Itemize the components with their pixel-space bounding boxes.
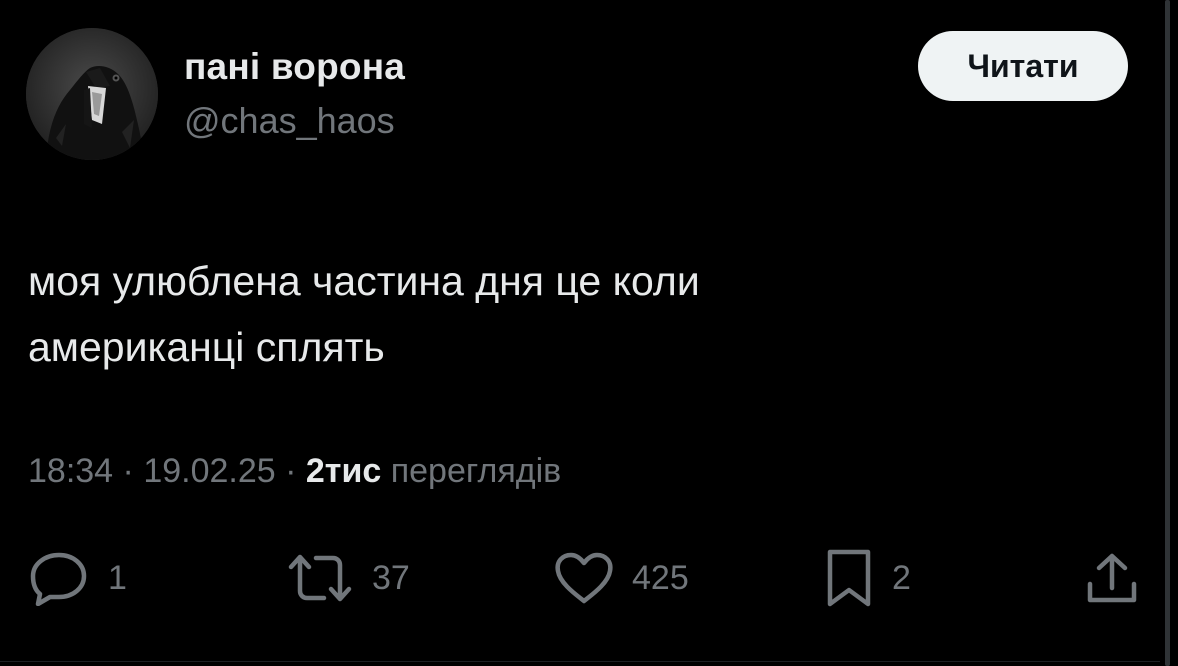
crow-avatar-image (26, 28, 158, 160)
tweet-date[interactable]: 19.02.25 (143, 452, 275, 490)
author-handle[interactable]: @chas_haos (184, 100, 395, 142)
avatar[interactable] (26, 28, 158, 160)
action-bar: 1 37 425 2 (0, 548, 1160, 608)
share-icon (1087, 553, 1137, 603)
like-count: 425 (632, 558, 689, 597)
bookmark-button[interactable]: 2 (824, 548, 911, 608)
follow-button[interactable]: Читати (918, 31, 1128, 101)
divider (0, 661, 1160, 662)
views-count[interactable]: 2тис (306, 452, 381, 490)
tweet-time[interactable]: 18:34 (28, 452, 113, 490)
reply-count: 1 (108, 558, 127, 597)
tweet-card: пані ворона @chas_haos Читати моя улюбле… (0, 0, 1160, 666)
views-label: переглядів (381, 452, 562, 490)
share-button[interactable] (1084, 548, 1140, 608)
scrollbar[interactable] (1165, 0, 1170, 666)
like-button[interactable]: 425 (554, 548, 689, 608)
tweet-text: моя улюблена частина дня це коли америка… (28, 258, 700, 370)
tweet-meta: 18:34 · 19.02.25 · 2тис переглядів (28, 452, 561, 491)
heart-icon (555, 552, 613, 604)
repost-count: 37 (372, 558, 410, 597)
reply-button[interactable]: 1 (28, 548, 127, 608)
meta-separator: · (275, 452, 306, 490)
author-display-name[interactable]: пані ворона (184, 46, 405, 88)
reply-icon (30, 552, 87, 606)
meta-separator: · (113, 452, 144, 490)
bookmark-count: 2 (892, 558, 911, 597)
repost-icon (288, 554, 352, 602)
repost-button[interactable]: 37 (286, 548, 410, 608)
bookmark-icon (827, 549, 871, 607)
